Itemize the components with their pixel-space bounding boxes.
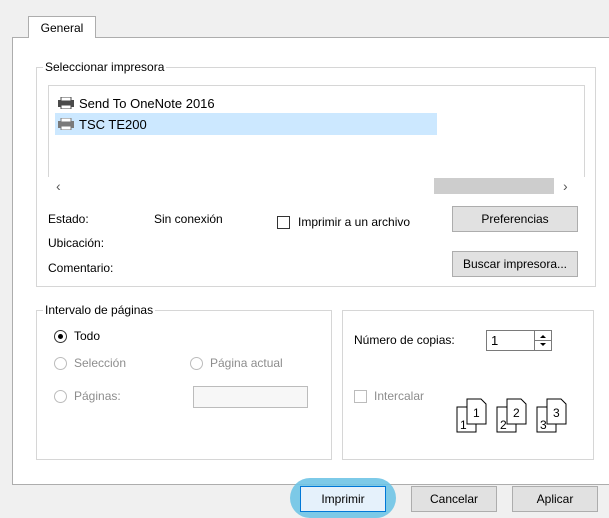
status-value: Sin conexión [154,212,223,226]
range-selection-label: Selección [74,356,127,370]
pages-input[interactable] [193,386,308,408]
find-printer-button-label: Buscar impresora... [462,257,568,271]
spin-arrows-icon[interactable] [535,331,551,350]
svg-text:1: 1 [473,406,480,420]
preferences-button[interactable]: Preferencias [452,206,578,232]
copies-label: Número de copias: [354,333,455,347]
range-current-page-label: Página actual [210,356,283,370]
printer-icon [58,97,74,109]
printer-item-label: Send To OneNote 2016 [79,95,215,111]
tab-general-label: General [40,20,84,35]
location-label: Ubicación: [48,236,105,250]
svg-text:3: 3 [553,406,560,420]
print-button-label: Imprimir [321,492,365,506]
cancel-button-label: Cancelar [429,492,479,506]
printer-item-label: TSC TE200 [79,116,147,132]
find-printer-button[interactable]: Buscar impresora... [452,251,578,277]
collate-checkbox[interactable] [354,390,367,403]
svg-text:2: 2 [513,406,520,420]
cancel-button[interactable]: Cancelar [411,486,497,512]
printer-item-onenote[interactable]: Send To OneNote 2016 [55,92,437,114]
range-current-page-radio[interactable] [190,357,203,370]
print-to-file-label: Imprimir a un archivo [298,215,411,229]
range-all-label: Todo [74,329,101,343]
scroll-thumb[interactable] [434,178,554,194]
svg-text:3: 3 [540,418,547,432]
print-to-file-checkbox[interactable] [277,216,290,229]
range-selection-radio[interactable] [54,357,67,370]
radio-selected-dot [58,334,63,339]
preferences-button-label: Preferencias [481,212,549,226]
comment-label: Comentario: [48,261,114,275]
page-range-legend: Intervalo de páginas [43,303,156,317]
scroll-right-icon[interactable]: › [563,178,568,194]
apply-button-label: Aplicar [536,492,574,506]
printer-icon [58,118,74,130]
svg-text:2: 2 [500,418,507,432]
copies-spin-buttons[interactable] [534,331,551,350]
printer-list-hscrollbar[interactable]: ‹ › [48,177,585,195]
print-button[interactable]: Imprimir [300,486,386,512]
svg-text:1: 1 [460,418,467,432]
collate-label: Intercalar [374,389,425,403]
apply-button[interactable]: Aplicar [512,486,598,512]
printer-selection-legend: Seleccionar impresora [43,60,167,74]
scroll-left-icon[interactable]: ‹ [56,178,61,194]
copies-stepper[interactable]: 1 [486,330,552,351]
printer-item-tsc[interactable]: TSC TE200 [55,113,437,135]
copies-value: 1 [491,333,499,348]
tab-general[interactable]: General [28,16,96,38]
status-label: Estado: [48,212,89,226]
collate-pages-icon: 11 22 33 [456,398,567,433]
range-all-radio[interactable] [54,330,67,343]
range-pages-label: Páginas: [74,389,121,403]
tab-strip: General [8,0,609,38]
range-pages-radio[interactable] [54,390,67,403]
